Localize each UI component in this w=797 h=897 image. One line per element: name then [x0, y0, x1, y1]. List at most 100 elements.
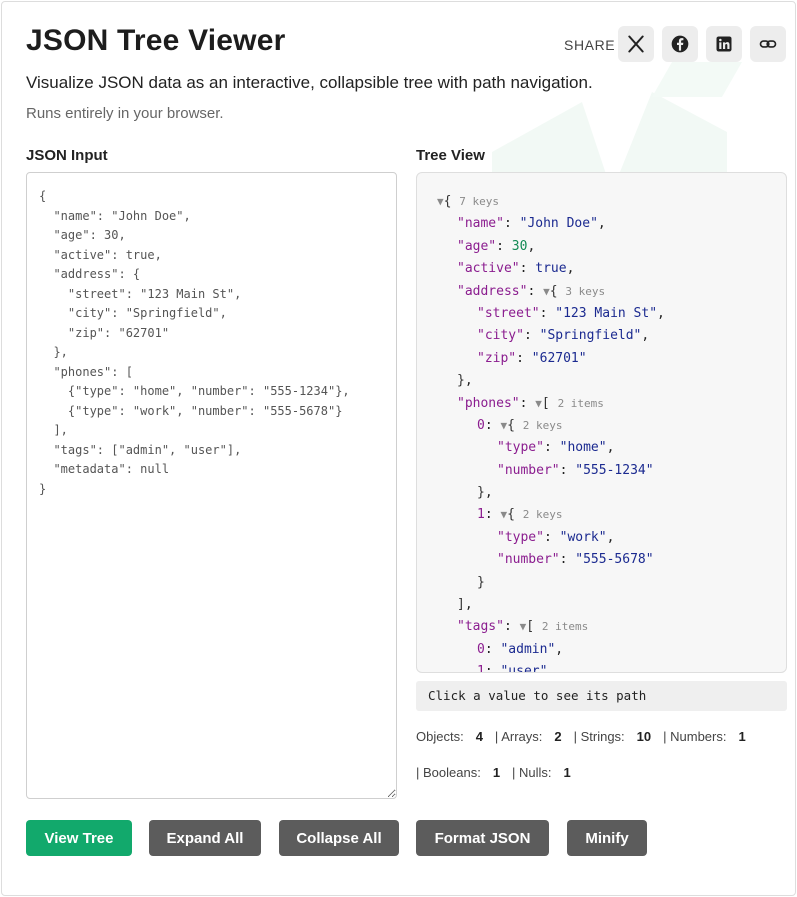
tree-bracket: ]: [457, 597, 465, 613]
tree-value[interactable]: "555-5678": [575, 552, 653, 567]
stat-label: Objects:: [416, 729, 464, 744]
tree-key: "type": [497, 529, 544, 545]
tree-index: 1: [477, 664, 485, 673]
expand-all-button[interactable]: Expand All: [149, 820, 261, 856]
tree-bracket: }: [457, 373, 465, 389]
tree-node[interactable]: "age": 30,: [437, 236, 786, 258]
collapse-toggle-icon[interactable]: ▼: [543, 285, 550, 298]
path-display: Click a value to see its path: [416, 681, 787, 711]
tree-node[interactable]: "number": "555-5678": [437, 549, 786, 571]
tree-bracket: {: [507, 417, 515, 433]
collapse-all-button[interactable]: Collapse All: [279, 820, 399, 856]
tree-index: 0: [477, 417, 485, 433]
stat-value: 1: [738, 729, 746, 744]
tree-node[interactable]: 1: "user": [437, 661, 786, 673]
share-facebook-button[interactable]: [662, 26, 698, 62]
tree-value[interactable]: "123 Main St": [555, 306, 657, 321]
json-input-label: JSON Input: [26, 147, 108, 164]
tree-bracket: {: [443, 194, 452, 209]
tree-node[interactable]: "city": "Springfield",: [437, 325, 786, 347]
stat-value: 10: [636, 729, 652, 744]
tree-node[interactable]: "zip": "62701": [437, 348, 786, 370]
page-subtitle: Visualize JSON data as an interactive, c…: [26, 73, 593, 92]
tree-view-label: Tree View: [416, 147, 485, 164]
stats-row: | Booleans: 1 | Nulls: 1: [416, 765, 795, 780]
stat-value: 1: [563, 765, 571, 780]
tree-key: "age": [457, 238, 497, 254]
minify-button[interactable]: Minify: [567, 820, 647, 856]
tree-bracket: {: [507, 507, 515, 523]
collapse-toggle-icon[interactable]: ▼: [535, 397, 542, 410]
stat-label: | Arrays:: [494, 729, 543, 744]
tree-key: "active": [457, 261, 520, 277]
tree-key: "tags": [457, 619, 504, 635]
share-x-button[interactable]: [618, 26, 654, 62]
tree-bracket: {: [549, 283, 558, 299]
tree-node[interactable]: "phones": ▼[ 2 items: [437, 393, 786, 415]
tree-value[interactable]: "62701": [532, 351, 587, 366]
tree-node[interactable]: "street": "123 Main St",: [437, 303, 786, 325]
stat-label: | Booleans:: [416, 765, 481, 780]
tree-key: "number": [497, 462, 560, 478]
privacy-note: Runs entirely in your browser.: [26, 105, 224, 122]
facebook-icon: [671, 35, 689, 53]
link-icon: [759, 40, 777, 48]
tree-key: "number": [497, 552, 560, 568]
tree-key: "name": [457, 216, 504, 232]
stat-label: | Strings:: [573, 729, 625, 744]
tree-node[interactable]: ],: [437, 594, 786, 616]
tree-node[interactable]: "type": "work",: [437, 527, 786, 549]
tree-bracket: [: [541, 395, 550, 411]
tree-value[interactable]: "user": [500, 664, 547, 672]
tree-key: "address": [457, 283, 528, 299]
tree-node[interactable]: "address": ▼{ 3 keys: [437, 281, 786, 303]
tree-value[interactable]: "555-1234": [575, 463, 653, 478]
stat-label: | Nulls:: [512, 765, 552, 780]
tree-node[interactable]: 0: ▼{ 2 keys: [437, 415, 786, 437]
tree-node[interactable]: 0: "admin",: [437, 639, 786, 661]
tree-node[interactable]: },: [437, 370, 786, 392]
page-title: JSON Tree Viewer: [26, 24, 286, 57]
tree-node[interactable]: ▼{ 7 keys: [437, 191, 786, 213]
collapse-toggle-icon[interactable]: ▼: [437, 195, 444, 208]
tree-count: 2 items: [557, 396, 604, 410]
tree-node[interactable]: 1: ▼{ 2 keys: [437, 504, 786, 526]
tree-value[interactable]: 30: [512, 239, 528, 254]
stat-label: | Numbers:: [663, 729, 727, 744]
share-linkedin-button[interactable]: [706, 26, 742, 62]
tree-key: "phones": [457, 395, 520, 411]
tree-value[interactable]: "John Doe": [520, 216, 598, 231]
tree-node[interactable]: "active": true,: [437, 258, 786, 280]
tree-count: 3 keys: [565, 284, 606, 298]
stat-value: 1: [492, 765, 501, 780]
tree-value[interactable]: true: [535, 261, 566, 276]
format-json-button[interactable]: Format JSON: [416, 820, 549, 856]
tree-key: "zip": [477, 350, 517, 366]
json-input[interactable]: [26, 172, 397, 799]
stat-value: 4: [475, 729, 483, 744]
tree-key: "type": [497, 440, 544, 456]
tree-node[interactable]: "name": "John Doe",: [437, 213, 786, 235]
tree-count: 7 keys: [459, 195, 500, 208]
tool-card: JSON Tree Viewer SHARE Visualize JSON da…: [1, 1, 796, 896]
share-label: SHARE: [564, 37, 616, 53]
tree-node[interactable]: "number": "555-1234": [437, 460, 786, 482]
tree-node[interactable]: },: [437, 482, 786, 504]
tree-index: 0: [477, 641, 485, 657]
tree-bracket: }: [477, 574, 485, 590]
tree-node[interactable]: "tags": ▼[ 2 items: [437, 616, 786, 638]
tree-bracket: }: [477, 485, 485, 501]
stat-value: 2: [554, 729, 562, 744]
view-tree-button[interactable]: View Tree: [26, 820, 132, 856]
copy-link-button[interactable]: [750, 26, 786, 62]
tree-value[interactable]: "work": [560, 530, 607, 545]
tree-node[interactable]: }: [437, 572, 786, 594]
tree-value[interactable]: "home": [560, 440, 607, 455]
tree-count: 2 keys: [522, 418, 563, 432]
tree-key: "city": [477, 328, 524, 344]
tree-value[interactable]: "Springfield": [540, 328, 642, 343]
tree-view[interactable]: ▼{ 7 keys "name": "John Doe", "age": 30, "a…: [416, 172, 787, 673]
tree-value[interactable]: "admin": [500, 642, 555, 657]
tree-key: "street": [477, 305, 540, 321]
tree-node[interactable]: "type": "home",: [437, 437, 786, 459]
